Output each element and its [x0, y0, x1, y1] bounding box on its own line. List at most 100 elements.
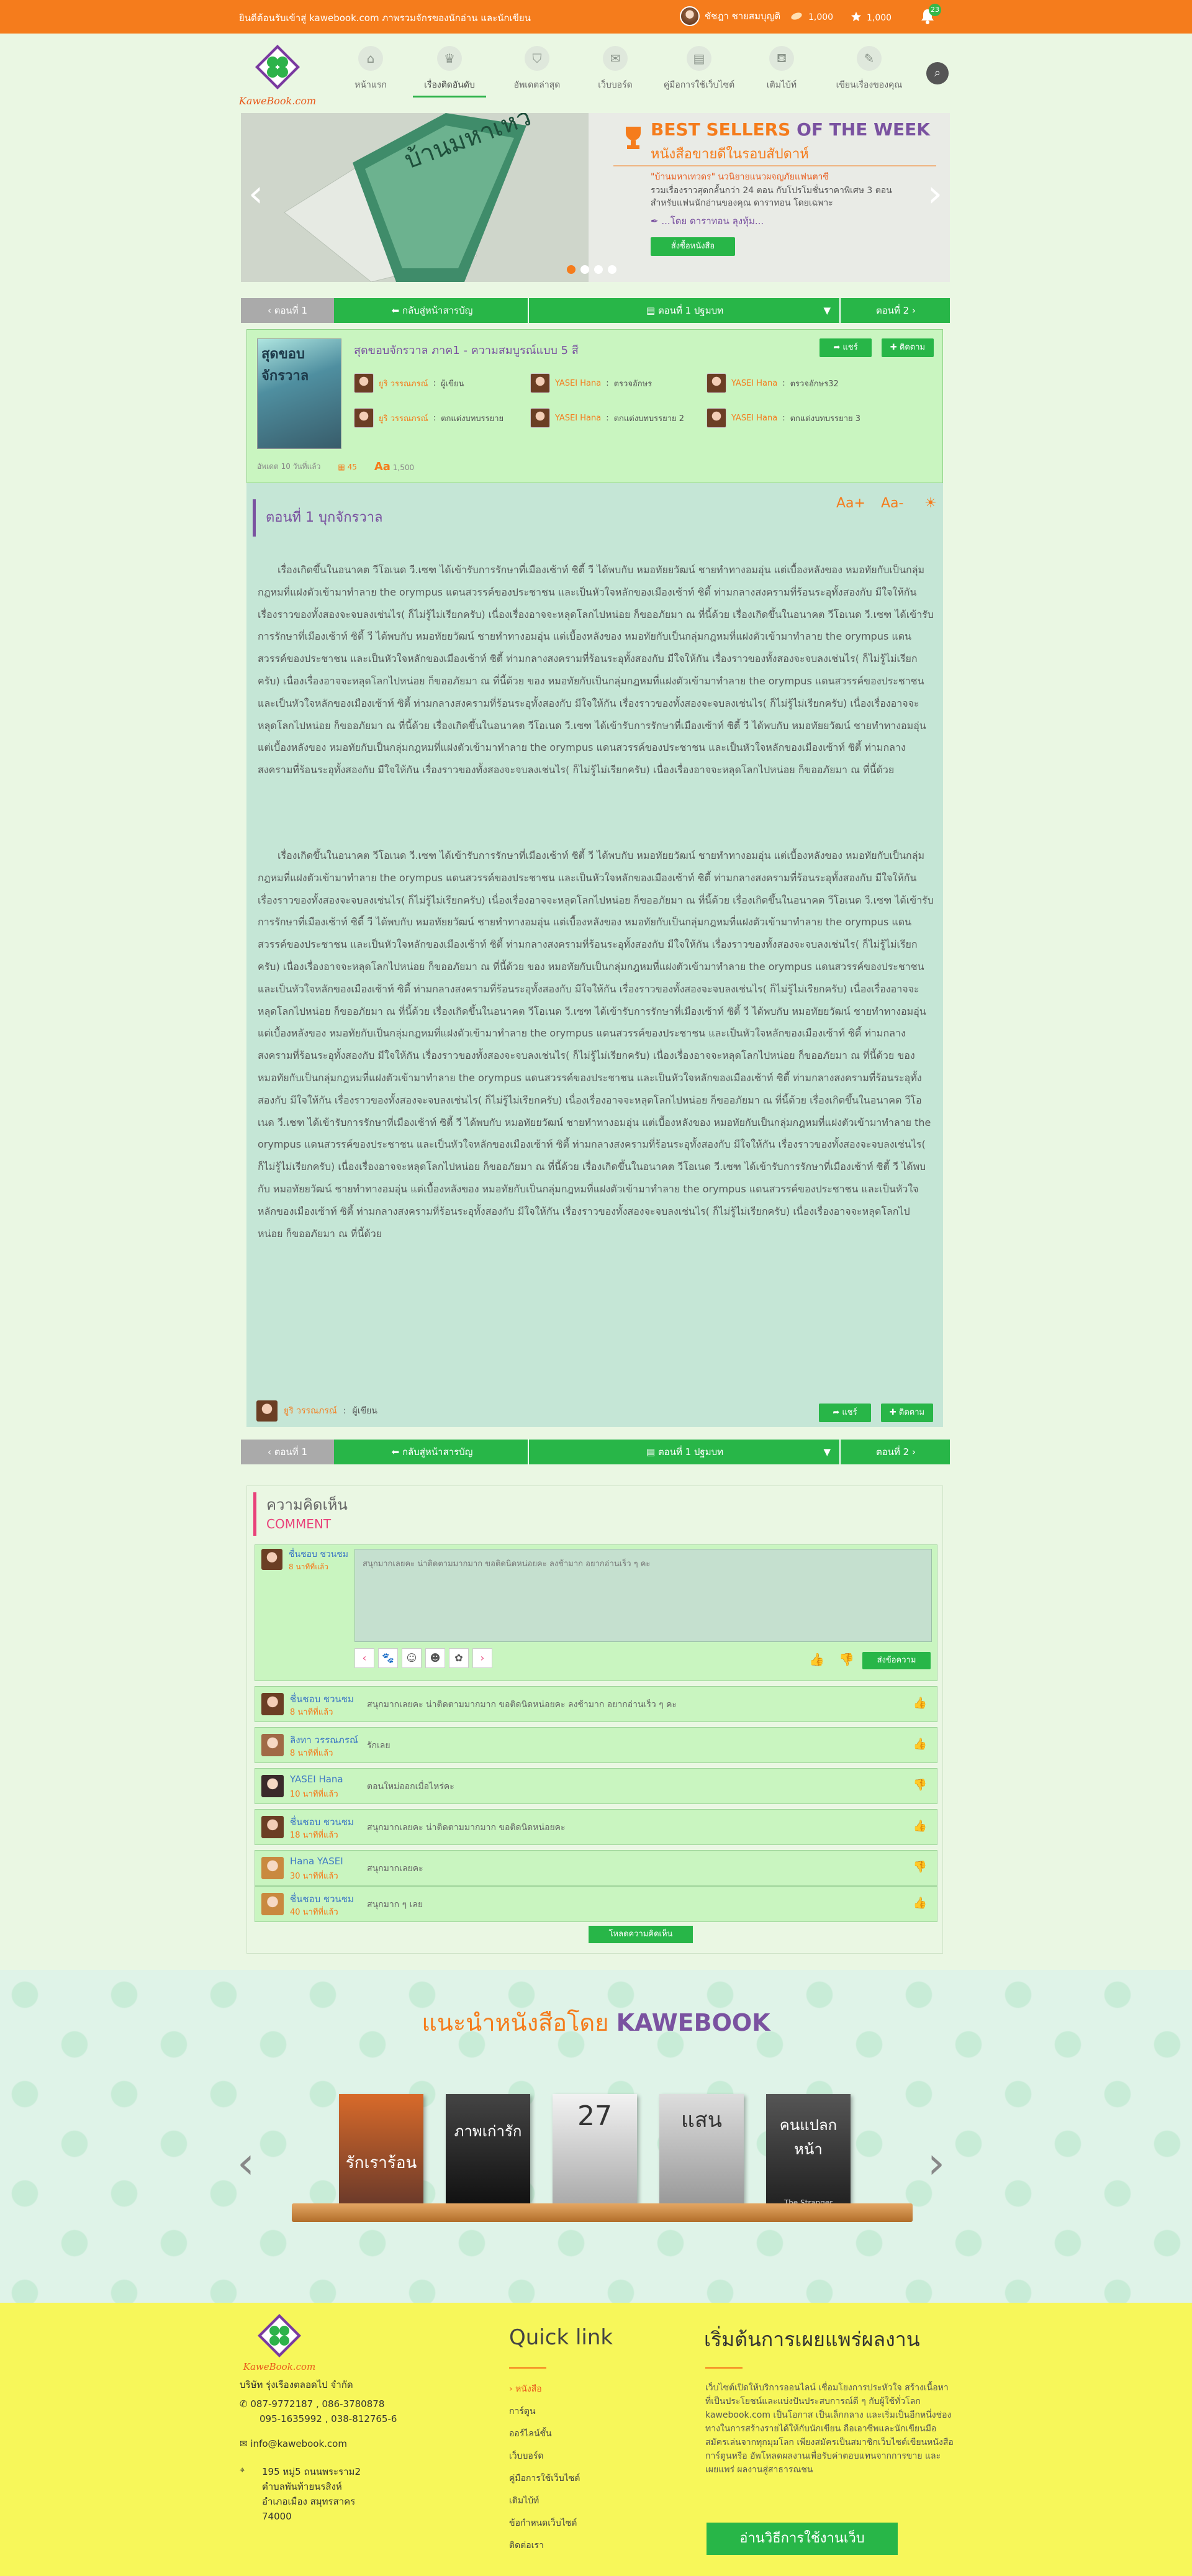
recommended-book-title: ภาพเก่ารัก [454, 2123, 522, 2140]
avatar [261, 1549, 282, 1570]
thumbs-up-icon[interactable]: 👍 [913, 1697, 927, 1710]
nav-webboard[interactable]: ✉ เว็บบอร์ด [579, 46, 652, 92]
font-size-icon: Aa [374, 460, 391, 473]
credit-item[interactable]: YASEI Hana : ตรวจอักษร [530, 373, 652, 393]
quicklink-label: หนังสือ [515, 2384, 542, 2394]
carousel-dot-3[interactable] [594, 265, 603, 274]
sticker-icon[interactable]: ☻ [425, 1648, 445, 1668]
nav-topup[interactable]: ⛾ เติมไบ้ท์ [745, 46, 818, 92]
search-icon[interactable]: ⌕ [926, 62, 949, 84]
nav-top-ranked[interactable]: ♛ เรื่องติดอันดับ [413, 46, 486, 98]
quicklink-item[interactable]: การ์ตูน [509, 2405, 536, 2418]
credit-name: YASEI Hana [555, 413, 602, 423]
chevron-left-icon[interactable]: ‹ [354, 1648, 374, 1668]
banner-carousel[interactable]: บ้านมหาเหวี BEST SELLERS OF THE WEEK หนั… [241, 113, 950, 282]
comment-user-name[interactable]: ชื่นชอบ ชวนชม [290, 1692, 354, 1707]
thumbs-up-icon[interactable]: 👍 [913, 1820, 927, 1833]
comment-user-name[interactable]: Hana YASEI [290, 1856, 343, 1867]
submit-comment-button[interactable]: ส่งข้อความ [862, 1652, 931, 1669]
quicklink-item[interactable]: คู่มือการใช้เว็บไซต์ [509, 2472, 580, 2485]
font-smaller-button[interactable]: Aa- [881, 496, 903, 511]
recommended-book[interactable]: ภาพเก่ารัก [446, 2094, 530, 2205]
toc-button[interactable]: ⬅ กลับสู่หน้าสารบัญ [336, 298, 529, 323]
banner-next-arrow[interactable]: › [928, 175, 942, 212]
recommended-book-title: แสน [681, 2108, 722, 2133]
site-logo[interactable]: KaweBook.com [238, 42, 317, 111]
chapter-select[interactable]: ▤ ตอนที่ 1 ปฐมบท ▼ [530, 1440, 841, 1464]
email[interactable]: info@kawebook.com [250, 2438, 347, 2449]
recommended-book[interactable]: 27 [553, 2094, 637, 2205]
prev-chapter-button[interactable]: ‹ ตอนที่ 1 [241, 298, 334, 323]
credit-name: YASEI Hana [731, 378, 778, 388]
comment-text: ตอนใหม่ออกเมื่อไหร่คะ [367, 1782, 454, 1792]
footer-logo[interactable]: KaweBook.com [239, 2311, 320, 2377]
divider [509, 2367, 546, 2369]
nav-home[interactable]: ⌂ หน้าแรก [334, 46, 407, 92]
quicklink-item[interactable]: เติมไบ้ท์ [509, 2494, 539, 2508]
font-larger-button[interactable]: Aa+ [836, 496, 865, 511]
recommend-next-arrow[interactable]: › [928, 2138, 945, 2188]
notification-badge[interactable]: 23 [929, 4, 941, 16]
thumbs-down-icon[interactable]: 👎 [839, 1652, 854, 1667]
coin-count: 1,000 [808, 12, 834, 22]
sticker-icon[interactable]: 🐾 [378, 1648, 398, 1668]
share-button[interactable]: ➦ แชร์ [820, 338, 872, 357]
thumbs-down-icon[interactable]: 👎 [913, 1779, 927, 1792]
comment-user-name[interactable]: YASEI Hana [290, 1774, 343, 1785]
prev-chapter-button[interactable]: ‹ ตอนที่ 1 [241, 1440, 334, 1464]
share-button[interactable]: ➦ แชร์ [819, 1404, 871, 1422]
quicklink-item[interactable]: ติดต่อเรา [509, 2539, 544, 2552]
banner-prev-arrow[interactable]: ‹ [248, 175, 263, 212]
buy-book-button[interactable]: สั่งซื้อหนังสือ [651, 237, 735, 256]
thumbs-up-icon[interactable]: 👍 [913, 1738, 927, 1751]
sticker-icon[interactable]: ☺ [402, 1648, 422, 1668]
recommended-book[interactable]: รักเราร้อน [339, 2094, 423, 2205]
quicklink-item[interactable]: ข้อกำหนดเว็บไซต์ [509, 2516, 577, 2530]
nav-guide[interactable]: ▤ คู่มือการใช้เว็บไซต์ [661, 46, 738, 92]
comment-textarea[interactable]: สนุกมากเลยคะ น่าติดตามมากมาก ขอติดนิดหน่… [354, 1549, 932, 1642]
thumbs-up-icon[interactable]: 👍 [913, 1897, 927, 1910]
comment-stat: ▦ 45 [338, 463, 356, 471]
chapter-author[interactable]: ยูริ วรรณภรณ์ : ผู้เขียน [256, 1400, 377, 1422]
next-chapter-button[interactable]: ตอนที่ 2 › [842, 298, 950, 323]
comment-user-name[interactable]: ชื่นชอบ ชวนชม [290, 1892, 354, 1907]
carousel-dot-4[interactable] [608, 265, 616, 274]
carousel-dot-1[interactable] [567, 265, 576, 274]
chapter-select[interactable]: ▤ ตอนที่ 1 ปฐมบท ▼ [530, 298, 841, 323]
avatar [354, 373, 374, 393]
comments-heading: ความคิดเห็น COMMENT [253, 1492, 348, 1536]
credit-item[interactable]: YASEI Hana : ตกแต่งบทบรรยาย 2 [530, 408, 684, 428]
credit-item[interactable]: ยูริ วรรณภรณ์ : ผู้เขียน [354, 373, 464, 393]
follow-button[interactable]: ✚ ติดตาม [881, 1404, 933, 1422]
credit-item[interactable]: ยูริ วรรณภรณ์ : ตกแต่งบทบรรยาย [354, 408, 503, 428]
user-menu[interactable]: ชัชฎา ชายสมบุญติ [680, 6, 780, 26]
comment-user-name[interactable]: ลิงทา วรรณภรณ์ [290, 1733, 358, 1748]
user-name[interactable]: ชัชฎา ชายสมบุญติ [705, 9, 780, 24]
thumbs-down-icon[interactable]: 👎 [913, 1861, 927, 1874]
nav-latest[interactable]: ⛉ อัพเดตล่าสุด [500, 46, 574, 92]
read-guide-button[interactable]: อ่านวิธีการใช้งานเว็บ [707, 2523, 898, 2555]
quicklink-item[interactable]: ออร์ไลน์ชั้น [509, 2427, 552, 2441]
book-cover[interactable]: สุดขอบจักรวาล [257, 338, 341, 449]
book-title[interactable]: สุดขอบจักรวาล ภาค1 - ความสมบูรณ์แบบ 5 สี [354, 341, 579, 359]
chevron-right-icon[interactable]: › [472, 1648, 492, 1668]
thumbs-up-icon[interactable]: 👍 [809, 1652, 824, 1667]
credit-item[interactable]: YASEI Hana : ตกแต่งบทบรรยาย 3 [707, 408, 860, 428]
follow-button[interactable]: ✚ ติดตาม [882, 338, 934, 357]
sticker-icon[interactable]: ✿ [449, 1648, 469, 1668]
quicklink-item[interactable]: เว็บบอร์ด [509, 2449, 543, 2463]
publish-description: เว็บไซต์เปิดให้บริการออนไลน์ เชื่อมโยงกา… [705, 2383, 954, 2475]
comment-user-name[interactable]: ชื่นชอบ ชวนชม [290, 1815, 354, 1830]
recommend-prev-arrow[interactable]: ‹ [237, 2138, 255, 2188]
recommended-book[interactable]: แสน [659, 2094, 744, 2205]
next-chapter-button[interactable]: ตอนที่ 2 › [842, 1440, 950, 1464]
toc-button[interactable]: ⬅ กลับสู่หน้าสารบัญ [336, 1440, 529, 1464]
nav-write[interactable]: ✎ เขียนเรื่องของคุณ [826, 46, 913, 92]
load-more-comments-button[interactable]: โหลดความคิดเห็น [589, 1926, 693, 1943]
palette-icon[interactable]: ☀ [924, 496, 937, 511]
quicklink-item[interactable]: › หนังสือ [509, 2382, 542, 2396]
carousel-dot-2[interactable] [580, 265, 589, 274]
user-avatar[interactable] [680, 6, 700, 26]
recommended-book[interactable]: คนแปลกหน้า The Stranger [766, 2094, 851, 2207]
credit-item[interactable]: YASEI Hana : ตรวจอักษร32 [707, 373, 839, 393]
